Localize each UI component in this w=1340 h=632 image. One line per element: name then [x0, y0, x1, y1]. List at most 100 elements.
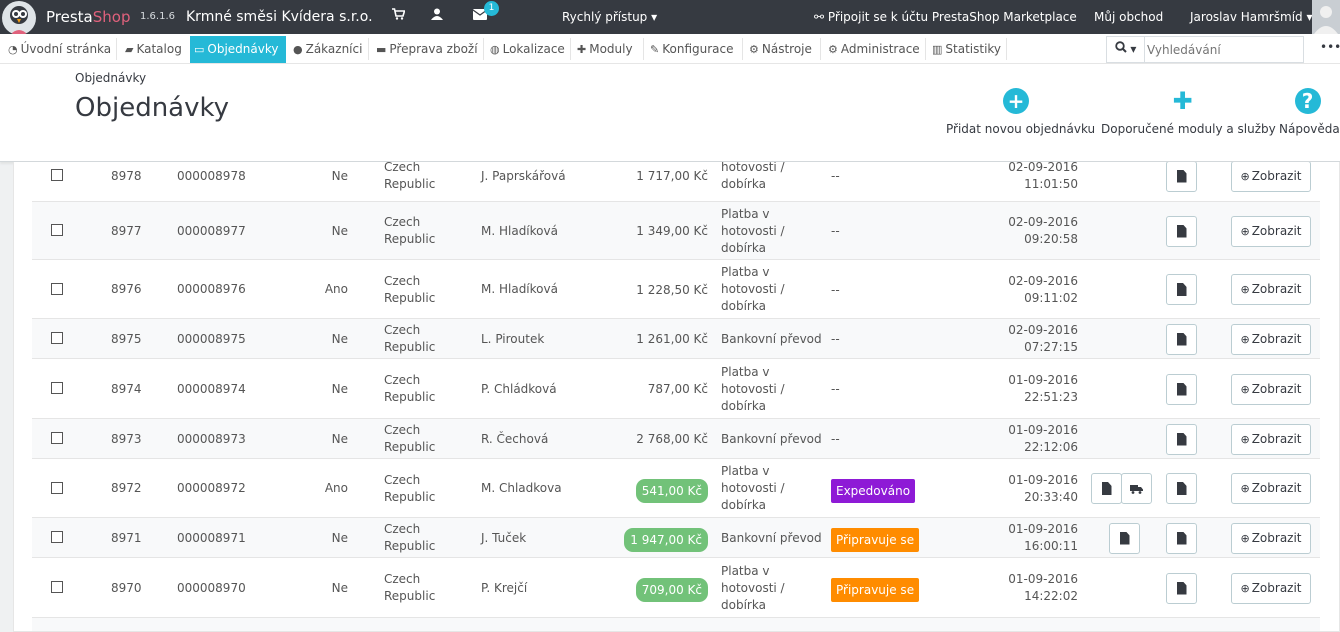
- user-icon[interactable]: [427, 0, 447, 34]
- row-checkbox[interactable]: [51, 224, 63, 236]
- country-line: Republic: [384, 539, 436, 553]
- pdf-button[interactable]: [1166, 162, 1197, 192]
- puzzle-icon: ✚: [577, 43, 587, 56]
- payment-method: Platba v hotovosti / dobírka: [721, 264, 785, 315]
- pdf-button[interactable]: [1166, 323, 1197, 355]
- order-reference: 000008978: [177, 168, 246, 183]
- nav-item-customers[interactable]: ● Zákazníci: [289, 36, 366, 63]
- view-order-label: Zobrazit: [1251, 481, 1302, 495]
- user-menu[interactable]: Jaroslav Hamršmíd ▾: [1190, 0, 1313, 34]
- pdf-button[interactable]: [1166, 373, 1197, 405]
- payment-method: Platba v hotovosti / dobírka: [721, 563, 785, 614]
- my-shop-link[interactable]: Můj obchod: [1094, 0, 1163, 34]
- row-checkbox[interactable]: [51, 531, 63, 543]
- marketplace-link[interactable]: ⚯ Připojit se k účtu PrestaShop Marketpl…: [814, 0, 1077, 34]
- status-badge: --: [831, 382, 840, 396]
- quick-access-menu[interactable]: Rychlý přístup ▾: [562, 0, 657, 34]
- table-row[interactable]: 8975 000008975 Ne Czech Republic L. Piroutek 1…: [32, 319, 1320, 359]
- logo-text: PrestaShop: [46, 0, 130, 34]
- country-line: Czech: [384, 215, 421, 229]
- nav-item-administration[interactable]: ⚙ Administrace: [824, 36, 924, 63]
- table-row[interactable]: 8971 000008971 Ne Czech Republic J. Tuček 1 94…: [32, 518, 1320, 558]
- order-total: 1 947,00 Kč: [592, 528, 708, 552]
- view-order-button[interactable]: ⊕ Zobrazit: [1231, 473, 1311, 504]
- invoice-button[interactable]: [1109, 522, 1140, 554]
- view-order-button[interactable]: ⊕ Zobrazit: [1231, 522, 1311, 554]
- delivery-slip-button[interactable]: [1121, 473, 1152, 504]
- table-row[interactable]: 8978 000008978 Ne Czech Republic J. Paprskářo…: [32, 162, 1320, 202]
- order-id: 8978: [111, 168, 142, 183]
- nav-item-shipping[interactable]: ▬ Přeprava zboží: [372, 36, 482, 63]
- pdf-button[interactable]: [1166, 572, 1197, 604]
- country-line: Republic: [384, 440, 436, 454]
- row-checkbox[interactable]: [51, 332, 63, 344]
- nav-item-dashboard[interactable]: ◔ Úvodní stránka: [4, 36, 115, 63]
- table-row[interactable]: 8974 000008974 Ne Czech Republic P. Chládková…: [32, 359, 1320, 419]
- nav-item-tools[interactable]: ⚙ Nástroje: [745, 36, 816, 63]
- order-date-line: 07:27:15: [1024, 340, 1078, 354]
- search-input[interactable]: [1147, 40, 1297, 59]
- pdf-button[interactable]: [1166, 215, 1197, 247]
- cart-icon[interactable]: [388, 0, 408, 34]
- truck-icon: [1130, 484, 1143, 494]
- table-row[interactable]: 8973 000008973 Ne Czech Republic R. Čechová 2 …: [32, 419, 1320, 459]
- table-row[interactable]: 8970 000008970 Ne Czech Republic P. Krejčí 709…: [32, 558, 1320, 618]
- row-checkbox[interactable]: [51, 432, 63, 444]
- view-order-button[interactable]: ⊕ Zobrazit: [1231, 274, 1311, 305]
- pdf-button[interactable]: [1166, 473, 1197, 504]
- quick-access-label: Rychlý přístup: [562, 10, 648, 24]
- help-button[interactable]: ? Nápověda: [1279, 88, 1340, 136]
- more-options-icon[interactable]: •••: [1320, 40, 1340, 54]
- recommended-modules-button[interactable]: ✚ Doporučené moduly a služby: [1101, 88, 1276, 136]
- breadcrumb[interactable]: Objednávky: [75, 71, 146, 85]
- country-line: Czech: [384, 162, 421, 174]
- row-checkbox[interactable]: [51, 282, 63, 295]
- nav-item-catalog[interactable]: ▰ Katalog: [121, 36, 186, 63]
- view-order-button[interactable]: ⊕ Zobrazit: [1231, 423, 1311, 455]
- search-type-button[interactable]: ▾: [1107, 37, 1145, 62]
- order-status: --: [831, 166, 840, 186]
- view-order-button[interactable]: ⊕ Zobrazit: [1231, 162, 1311, 192]
- table-row[interactable]: 8977 000008977 Ne Czech Republic M. Hladíková…: [32, 202, 1320, 260]
- view-order-button[interactable]: ⊕ Zobrazit: [1231, 572, 1311, 604]
- table-row[interactable]: 8972 000008972 Ano Czech Republic M. Chladkov…: [32, 459, 1320, 518]
- order-date-line: 01-09-2016: [1008, 572, 1078, 586]
- table-row[interactable]: Platba v: [32, 618, 1320, 631]
- view-order-button[interactable]: ⊕ Zobrazit: [1231, 323, 1311, 355]
- pdf-button[interactable]: [1166, 423, 1197, 455]
- order-id: 8973: [111, 431, 142, 446]
- order-date-line: 22:51:23: [1024, 390, 1078, 404]
- prestashop-logo[interactable]: [2, 1, 36, 35]
- nav-label: Konfigurace: [662, 42, 734, 56]
- order-status: --: [831, 280, 840, 300]
- pdf-button[interactable]: [1166, 522, 1197, 554]
- nav-item-modules[interactable]: ✚ Moduly: [573, 36, 637, 63]
- order-date-line: 16:00:11: [1024, 539, 1078, 553]
- country-line: Republic: [384, 290, 436, 305]
- avatar[interactable]: [1312, 0, 1340, 34]
- order-status: --: [831, 429, 840, 449]
- row-checkbox[interactable]: [51, 481, 63, 494]
- table-row[interactable]: 8976 000008976 Ano Czech Republic M. Hladíkov…: [32, 260, 1320, 319]
- country: Czech Republic: [384, 162, 435, 193]
- view-order-button[interactable]: ⊕ Zobrazit: [1231, 215, 1311, 247]
- row-checkbox[interactable]: [51, 581, 63, 593]
- payment-method-line: Platba v: [721, 206, 770, 221]
- pdf-button[interactable]: [1166, 274, 1197, 305]
- invoice-button[interactable]: [1091, 473, 1122, 504]
- nav-item-configuration[interactable]: ✎ Konfigurace: [646, 36, 738, 63]
- nav-item-orders[interactable]: ▭ Objednávky: [190, 36, 286, 63]
- view-order-button[interactable]: ⊕ Zobrazit: [1231, 373, 1311, 405]
- row-checkbox[interactable]: [51, 169, 63, 181]
- shop-name-link[interactable]: Krmné směsi Kvídera s.r.o.: [186, 0, 373, 34]
- payment-method-line: hotovosti /: [721, 223, 785, 238]
- nav-item-localization[interactable]: ◍ Lokalizace: [486, 36, 569, 63]
- nav-label: Moduly: [589, 42, 633, 56]
- order-id: 8976: [111, 282, 142, 296]
- country: Czech Republic: [384, 521, 435, 555]
- order-id: 8970: [111, 580, 142, 595]
- add-order-button[interactable]: + Přidat novou objednávku: [946, 88, 1095, 136]
- nav-item-statistics[interactable]: ▥ Statistiky: [928, 36, 1005, 63]
- row-checkbox[interactable]: [51, 382, 63, 394]
- nav-divider: [742, 38, 743, 60]
